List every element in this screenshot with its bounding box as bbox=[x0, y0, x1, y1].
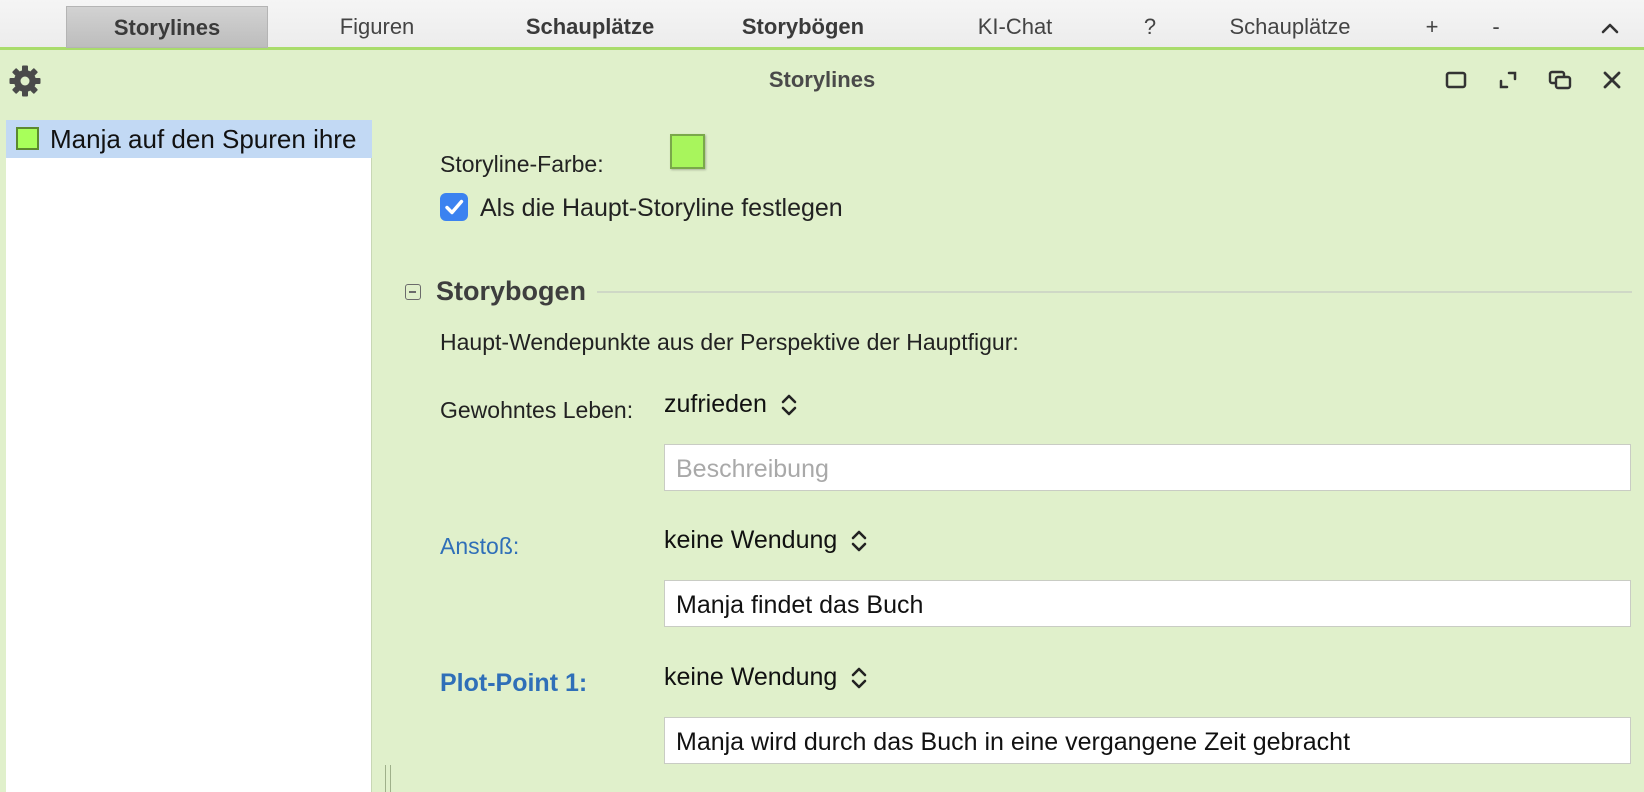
undock-icon[interactable] bbox=[1546, 66, 1574, 94]
row-label-plot-point-1[interactable]: Plot-Point 1: bbox=[440, 669, 587, 698]
chevron-up-icon bbox=[1601, 23, 1619, 34]
storyline-color-swatch bbox=[16, 127, 39, 150]
list-item[interactable]: Manja auf den Spuren ihre bbox=[6, 120, 372, 158]
tab-storyboegen[interactable]: Storybögen bbox=[713, 6, 893, 48]
tab-bar: Storylines Figuren Schauplätze Storyböge… bbox=[0, 0, 1644, 50]
storyline-list: Manja auf den Spuren ihre bbox=[6, 120, 372, 792]
main-storyline-label: Als die Haupt-Storyline festlegen bbox=[480, 194, 843, 222]
storyline-color-picker[interactable] bbox=[670, 134, 705, 169]
splitter-handle[interactable] bbox=[385, 765, 391, 792]
list-item-label: Manja auf den Spuren ihre bbox=[50, 124, 357, 154]
close-icon[interactable] bbox=[1598, 66, 1626, 94]
updown-chevron-icon bbox=[851, 531, 867, 552]
tab-schauplaetze[interactable]: Schauplätze bbox=[500, 6, 680, 48]
select-value: keine Wendung bbox=[664, 526, 838, 554]
section-title: Storybogen bbox=[436, 276, 587, 306]
storyline-color-label: Storyline-Farbe: bbox=[440, 151, 604, 177]
updown-chevron-icon bbox=[781, 395, 797, 416]
add-tab-button[interactable]: + bbox=[1412, 6, 1452, 48]
description-field-anstoss[interactable]: Manja findet das Buch bbox=[664, 580, 1631, 627]
tab-figuren[interactable]: Figuren bbox=[300, 6, 454, 48]
expand-icon[interactable] bbox=[1494, 66, 1522, 94]
section-divider bbox=[597, 291, 1632, 293]
turning-select-gewohntes-leben[interactable]: zufrieden bbox=[664, 390, 799, 424]
tab-help[interactable]: ? bbox=[1130, 6, 1170, 48]
remove-tab-button[interactable]: - bbox=[1476, 6, 1516, 48]
section-subtitle: Haupt-Wendepunkte aus der Perspektive de… bbox=[440, 329, 1019, 355]
turning-select-plot-point-1[interactable]: keine Wendung bbox=[664, 663, 869, 697]
tab-storylines[interactable]: Storylines bbox=[66, 6, 268, 48]
select-value: zufrieden bbox=[664, 390, 767, 418]
collapse-bar-button[interactable] bbox=[1590, 6, 1630, 48]
turning-select-anstoss[interactable]: keine Wendung bbox=[664, 526, 869, 560]
row-label-anstoss[interactable]: Anstoß: bbox=[440, 533, 519, 560]
maximize-icon[interactable] bbox=[1442, 66, 1470, 94]
main-storyline-checkbox[interactable] bbox=[440, 193, 468, 221]
tab-schauplaetze-2[interactable]: Schauplätze bbox=[1210, 6, 1370, 48]
panel-title: Storylines bbox=[768, 67, 876, 92]
row-label-gewohntes-leben: Gewohntes Leben: bbox=[440, 397, 634, 423]
checkmark-icon bbox=[445, 199, 464, 215]
description-field-gewohntes-leben[interactable]: Beschreibung bbox=[664, 444, 1631, 491]
updown-chevron-icon bbox=[851, 668, 867, 689]
section-collapse-button[interactable] bbox=[405, 284, 421, 300]
select-value: keine Wendung bbox=[664, 663, 838, 691]
description-field-plot-point-1[interactable]: Manja wird durch das Buch in eine vergan… bbox=[664, 717, 1631, 764]
tab-ki-chat[interactable]: KI-Chat bbox=[945, 6, 1085, 48]
